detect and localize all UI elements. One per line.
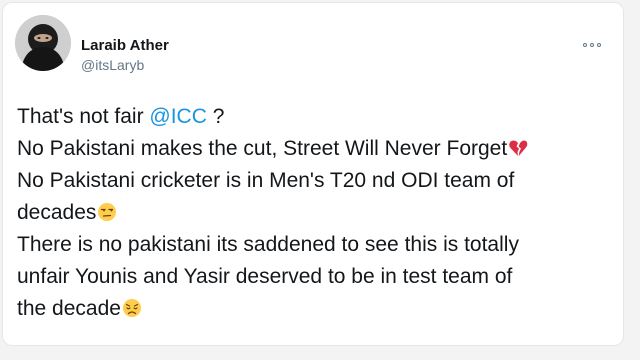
tweet-text-segment: That's not fair	[17, 105, 150, 128]
tweet-line: There is no pakistani its saddened to se…	[17, 229, 617, 261]
tweet-line: the decade	[17, 293, 617, 325]
tweet-card: Laraib Ather @itsLaryb That's not fair @…	[2, 2, 624, 346]
author-display-name[interactable]: Laraib Ather	[81, 37, 169, 55]
author-info: Laraib Ather @itsLaryb	[81, 37, 169, 74]
tweet-text-segment: decades	[17, 201, 97, 224]
author-handle[interactable]: @itsLaryb	[81, 56, 169, 74]
tweet-header: Laraib Ather @itsLaryb	[15, 15, 611, 85]
tweet-text-segment: unfair Younis and Yasir deserved to be i…	[17, 265, 513, 288]
broken-heart-emoji-icon	[508, 136, 528, 156]
tweet-text-segment: There is no pakistani its saddened to se…	[17, 233, 519, 256]
tweet-text-segment: No Pakistani makes the cut, Street Will …	[17, 137, 508, 160]
disappointed-face-emoji-icon	[122, 296, 142, 317]
tweet-line: That's not fair @ICC ?	[17, 101, 617, 133]
tweet-line: No Pakistani cricketer is in Men's T20 n…	[17, 165, 617, 197]
tweet-text-segment: ?	[206, 105, 225, 128]
more-options-icon[interactable]	[583, 39, 605, 51]
tweet-line: No Pakistani makes the cut, Street Will …	[17, 133, 617, 165]
tweet-body: That's not fair @ICC ? No Pakistani make…	[17, 101, 617, 325]
tweet-line: unfair Younis and Yasir deserved to be i…	[17, 261, 617, 293]
avatar[interactable]	[15, 15, 71, 71]
tweet-text-segment: No Pakistani cricketer is in Men's T20 n…	[17, 169, 515, 192]
tweet-line: decades	[17, 197, 617, 229]
tweet-text-segment: the decade	[17, 297, 121, 320]
unamused-face-emoji-icon	[97, 200, 117, 221]
mention-link[interactable]: @ICC	[149, 105, 206, 128]
